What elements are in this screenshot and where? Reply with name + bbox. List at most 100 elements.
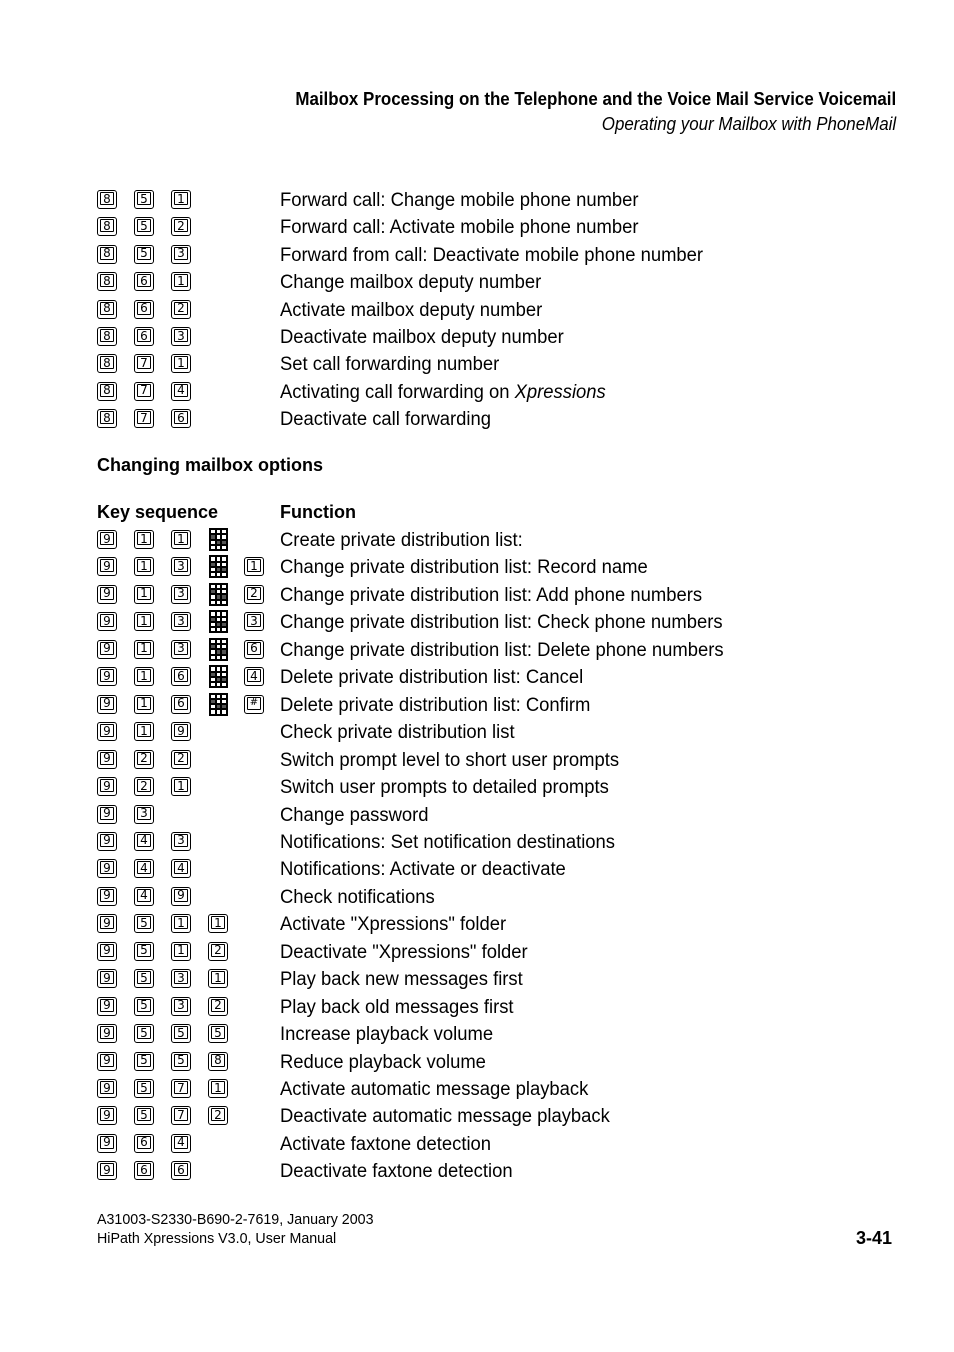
key-label: 8: [100, 329, 114, 342]
key-4-icon: 4: [244, 667, 264, 687]
key-label: 8: [100, 301, 114, 315]
function-text: Deactivate faxtone detection: [280, 1161, 513, 1183]
key-label: 9: [100, 806, 114, 820]
key-label: 8: [100, 356, 114, 370]
key-9-icon: 9: [97, 639, 117, 659]
key-2-icon: 2: [134, 777, 154, 797]
key-2-icon: 2: [244, 584, 264, 604]
table-row: 9 1 3 2 Change private distribution list: Ad…: [97, 582, 857, 610]
key-label: 7: [137, 411, 151, 425]
key-label: 1: [211, 971, 225, 985]
key-label: 1: [137, 559, 151, 573]
key-label: 9: [100, 888, 114, 902]
key-label: 6: [247, 641, 261, 655]
key-7-icon: 7: [134, 409, 154, 429]
key-label: 9: [100, 1135, 114, 1149]
key-label: 6: [137, 1135, 151, 1149]
function-description: Increase playback volume: [280, 1024, 493, 1046]
table-row: 9 5 5 5 Increase playback volume: [97, 1022, 857, 1049]
key-6-icon: 6: [171, 409, 191, 429]
key-9-icon: 9: [97, 667, 117, 687]
key-label: 2: [137, 751, 151, 765]
key-5-icon: 5: [134, 217, 154, 237]
table-row: 8 7 1 Set call forwarding number: [97, 352, 857, 379]
function-description: Forward call: Activate mobile phone numb…: [280, 217, 639, 239]
function-text: Forward call: Change mobile phone number: [280, 190, 639, 211]
key-label: 9: [100, 1026, 114, 1040]
key-label: 9: [100, 641, 114, 655]
keypad-icon: [209, 555, 228, 579]
keypad-icon: [209, 610, 228, 634]
column-header-function: Function: [280, 502, 356, 522]
key-9-icon: 9: [97, 1161, 117, 1181]
key-1-icon: 1: [171, 190, 191, 209]
function-description: Deactivate automatic message playback: [280, 1106, 610, 1128]
keypad-icon: [209, 692, 228, 716]
table-row: 9 5 1 1 Activate "Xpressions" folder: [97, 912, 857, 939]
key-1-icon: 1: [134, 694, 154, 714]
key-5-icon: 5: [134, 1024, 154, 1044]
key-label: 8: [100, 411, 114, 425]
key-label: 9: [100, 971, 114, 985]
key-1-icon: 1: [171, 777, 191, 797]
table-row: 9 1 9 Check private distribution list: [97, 720, 857, 747]
key-9-icon: 9: [97, 1024, 117, 1044]
key-9-icon: 9: [97, 969, 117, 989]
key-label: 2: [211, 1108, 225, 1122]
key-9-icon: 9: [97, 831, 117, 851]
key-4-icon: 4: [171, 1133, 191, 1153]
key-1-icon: 1: [171, 354, 191, 374]
key-3-icon: 3: [171, 639, 191, 659]
key-3-icon: 3: [134, 804, 154, 824]
key-label: 5: [137, 1108, 151, 1122]
key-1-icon: 1: [134, 530, 154, 549]
key-9-icon: 9: [97, 1106, 117, 1126]
table-row: 9 2 2 Switch prompt level to short user pro…: [97, 748, 857, 775]
key-label: 5: [137, 1053, 151, 1067]
key-8-icon: 8: [208, 1051, 228, 1071]
function-description: Switch user prompts to detailed prompts: [280, 777, 609, 799]
function-text: Play back old messages first: [280, 996, 514, 1018]
key-2-icon: 2: [171, 299, 191, 319]
key-1-icon: 1: [134, 557, 154, 577]
key-2-icon: 2: [134, 749, 154, 769]
key-label: 1: [137, 696, 151, 710]
function-description: Switch prompt level to short user prompt…: [280, 750, 619, 772]
function-text: Change password: [280, 804, 429, 826]
key-8-icon: 8: [97, 354, 117, 374]
key-9-icon: 9: [97, 722, 117, 742]
column-header-key-sequence: Key sequence: [97, 502, 219, 522]
key-label: 3: [247, 614, 261, 628]
key-label: 2: [174, 219, 188, 233]
key-label: 1: [137, 614, 151, 628]
key-label: 9: [100, 724, 114, 738]
key-5-icon: 5: [134, 1079, 154, 1098]
function-description: Notifications: Set notification destinat…: [280, 832, 615, 854]
key-label: 5: [137, 943, 151, 957]
key-9-icon: 9: [97, 914, 117, 934]
key-label: 1: [174, 779, 188, 793]
table-row: 9 6 6 Deactivate faxtone detection: [97, 1159, 857, 1186]
key-label: 1: [174, 356, 188, 370]
key-8-icon: 8: [97, 217, 117, 237]
key-label: 3: [174, 833, 188, 847]
key-label: 6: [174, 669, 188, 683]
key-label: 5: [137, 192, 151, 205]
key-label: 9: [100, 751, 114, 765]
table-row: 9 1 6 4 Delete private distribution list: Ca…: [97, 665, 857, 692]
key-3-icon: 3: [171, 969, 191, 989]
key-label: 4: [174, 383, 188, 397]
function-description: Delete private distribution list: Cancel: [280, 667, 583, 689]
key-label: 5: [211, 1026, 225, 1040]
function-description: Delete private distribution list: Confir…: [280, 695, 590, 717]
key-8-icon: 8: [97, 244, 117, 264]
key-label: 8: [100, 246, 114, 260]
table-row: 9 3 Change password: [97, 803, 857, 830]
function-description: Set call forwarding number: [280, 354, 499, 376]
key-1-icon: 1: [171, 530, 191, 549]
key-label: 6: [174, 696, 188, 710]
key-label: 5: [137, 1026, 151, 1040]
key-8-icon: 8: [97, 272, 117, 292]
function-text: Delete private distribution list: Cancel: [280, 667, 584, 689]
key-label: 7: [137, 383, 151, 397]
